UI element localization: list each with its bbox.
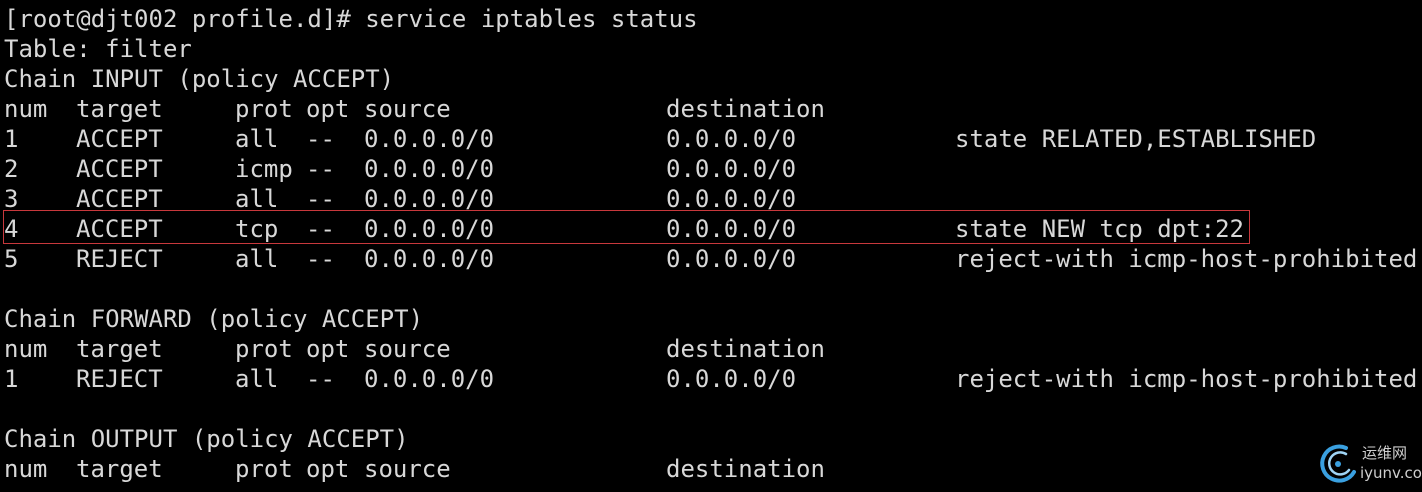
row-source: 0.0.0.0/0 <box>364 245 495 273</box>
row-source: 0.0.0.0/0 <box>364 125 495 153</box>
chain-forward-title: Chain FORWARD (policy ACCEPT) <box>0 304 1422 334</box>
row-extra: reject-with icmp-host-prohibited <box>955 245 1418 273</box>
header-target: target <box>76 95 163 123</box>
header-opt: opt <box>306 335 350 363</box>
row-target: ACCEPT <box>76 155 163 183</box>
header-prot: prot <box>235 455 293 483</box>
watermark-logo-icon <box>1320 444 1356 483</box>
chain-output-title-text: Chain OUTPUT (policy ACCEPT) <box>4 425 409 453</box>
chain-output-header: num target prot opt source destination <box>0 454 1422 484</box>
row-prot: all <box>235 365 279 393</box>
table-row: 1 REJECT all -- 0.0.0.0/0 0.0.0.0/0 reje… <box>0 364 1422 394</box>
header-destination: destination <box>666 455 825 483</box>
row-destination: 0.0.0.0/0 <box>666 365 797 393</box>
header-opt: opt <box>306 95 350 123</box>
row-target: REJECT <box>76 245 163 273</box>
prompt-line: [root@djt002 profile.d]# service iptable… <box>0 4 1422 34</box>
table-row: 3 ACCEPT all -- 0.0.0.0/0 0.0.0.0/0 <box>0 184 1422 214</box>
row-destination: 0.0.0.0/0 <box>666 215 797 243</box>
row-opt: -- <box>306 365 335 393</box>
row-extra: state NEW tcp dpt:22 <box>955 215 1244 243</box>
watermark: 运维网 iyunv.com <box>1316 440 1422 490</box>
row-num: 5 <box>4 245 19 273</box>
row-opt: -- <box>306 185 335 213</box>
row-prot: icmp <box>235 155 293 183</box>
row-destination: 0.0.0.0/0 <box>666 245 797 273</box>
row-num: 4 <box>4 215 19 243</box>
header-source: source <box>364 95 451 123</box>
header-destination: destination <box>666 95 825 123</box>
chain-input-title: Chain INPUT (policy ACCEPT) <box>0 64 1422 94</box>
row-source: 0.0.0.0/0 <box>364 155 495 183</box>
row-destination: 0.0.0.0/0 <box>666 125 797 153</box>
header-destination: destination <box>666 335 825 363</box>
row-source: 0.0.0.0/0 <box>364 365 495 393</box>
table-line: Table: filter <box>0 34 1422 64</box>
header-num: num <box>4 335 48 363</box>
terminal-window[interactable]: [root@djt002 profile.d]# service iptable… <box>0 0 1422 492</box>
row-num: 2 <box>4 155 19 183</box>
header-source: source <box>364 455 451 483</box>
row-target: REJECT <box>76 365 163 393</box>
row-num: 1 <box>4 125 19 153</box>
watermark-en-text: iyunv.com <box>1360 464 1422 482</box>
row-destination: 0.0.0.0/0 <box>666 155 797 183</box>
table-row: 5 REJECT all -- 0.0.0.0/0 0.0.0.0/0 reje… <box>0 244 1422 274</box>
header-num: num <box>4 455 48 483</box>
row-source: 0.0.0.0/0 <box>364 185 495 213</box>
row-extra: reject-with icmp-host-prohibited <box>955 365 1418 393</box>
row-extra: state RELATED,ESTABLISHED <box>955 125 1317 153</box>
row-prot: all <box>235 185 279 213</box>
row-target: ACCEPT <box>76 125 163 153</box>
table-row: 1 ACCEPT all -- 0.0.0.0/0 0.0.0.0/0 stat… <box>0 124 1422 154</box>
chain-forward-header: num target prot opt source destination <box>0 334 1422 364</box>
row-opt: -- <box>306 155 335 183</box>
table-row: 2 ACCEPT icmp -- 0.0.0.0/0 0.0.0.0/0 <box>0 154 1422 184</box>
row-opt: -- <box>306 245 335 273</box>
header-source: source <box>364 335 451 363</box>
header-opt: opt <box>306 455 350 483</box>
row-num: 1 <box>4 365 19 393</box>
command-text: [root@djt002 profile.d]# service iptable… <box>4 5 698 33</box>
row-target: ACCEPT <box>76 215 163 243</box>
row-opt: -- <box>306 215 335 243</box>
header-num: num <box>4 95 48 123</box>
row-prot: all <box>235 125 279 153</box>
chain-forward-title-text: Chain FORWARD (policy ACCEPT) <box>4 305 424 333</box>
row-target: ACCEPT <box>76 185 163 213</box>
chain-input-header: num target prot opt source destination <box>0 94 1422 124</box>
row-opt: -- <box>306 125 335 153</box>
header-prot: prot <box>235 335 293 363</box>
header-target: target <box>76 335 163 363</box>
row-prot: all <box>235 245 279 273</box>
header-prot: prot <box>235 95 293 123</box>
watermark-cn-text: 运维网 <box>1362 444 1408 462</box>
row-destination: 0.0.0.0/0 <box>666 185 797 213</box>
table-row-highlighted: 4 ACCEPT tcp -- 0.0.0.0/0 0.0.0.0/0 stat… <box>0 214 1422 244</box>
header-target: target <box>76 455 163 483</box>
table-name-text: Table: filter <box>4 35 192 63</box>
row-source: 0.0.0.0/0 <box>364 215 495 243</box>
row-num: 3 <box>4 185 19 213</box>
chain-input-title-text: Chain INPUT (policy ACCEPT) <box>4 65 395 93</box>
chain-output-title: Chain OUTPUT (policy ACCEPT) <box>0 424 1422 454</box>
row-prot: tcp <box>235 215 279 243</box>
